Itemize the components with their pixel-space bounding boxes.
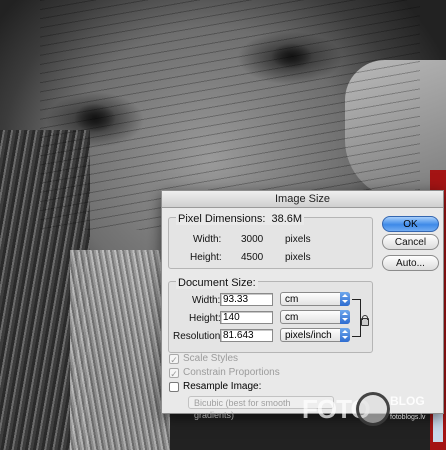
doc-height-unit-value: cm [285, 312, 299, 323]
doc-height-label: Height: [189, 313, 221, 324]
pixel-width-unit: pixels [285, 234, 311, 245]
chevron-updown-icon [340, 292, 350, 306]
camera-lens-icon [356, 392, 390, 426]
pixel-dimensions-label: Pixel Dimensions: 38.6M [176, 213, 305, 225]
scale-styles-checkbox[interactable]: ✓ [169, 354, 179, 365]
watermark-site-text: fotoblogs.lv [390, 414, 426, 421]
scale-styles-label: Scale Styles [183, 353, 239, 364]
pixel-width-label: Width: [193, 234, 222, 245]
pixel-dimensions-size: 38.6M [271, 213, 303, 225]
pixel-height-label: Height: [190, 252, 222, 263]
image-size-dialog: Image Size Pixel Dimensions: 38.6M Width… [161, 190, 444, 420]
beard-region [70, 250, 170, 450]
document-size-label: Document Size: [176, 277, 258, 289]
chevron-updown-icon [340, 328, 350, 342]
doc-width-unit-select[interactable]: cm [280, 292, 350, 306]
resolution-label: Resolution: [173, 331, 224, 342]
resolution-unit-value: pixels/inch [285, 330, 332, 341]
doc-height-input[interactable] [220, 311, 273, 324]
resolution-unit-select[interactable]: pixels/inch [280, 328, 350, 342]
dialog-title[interactable]: Image Size [162, 191, 443, 208]
auto-button[interactable]: Auto... [382, 255, 439, 271]
ok-button[interactable]: OK [382, 216, 439, 232]
watermark-blog-text: BLOG [390, 394, 425, 408]
resample-image-label: Resample Image: [183, 381, 262, 392]
constrain-proportions-checkbox[interactable]: ✓ [169, 368, 179, 379]
doc-width-unit-value: cm [285, 294, 299, 305]
pixel-width-value: 3000 [241, 234, 264, 245]
doc-width-input[interactable] [220, 293, 273, 306]
cancel-button[interactable]: Cancel [382, 234, 439, 250]
doc-height-unit-select[interactable]: cm [280, 310, 350, 324]
chevron-updown-icon [340, 310, 350, 324]
pixel-height-unit: pixels [285, 252, 311, 263]
doc-width-label: Width: [192, 295, 221, 306]
resample-image-checkbox[interactable] [169, 382, 179, 392]
fotoblog-watermark: FOTO BLOG fotoblogs.lv [302, 392, 442, 432]
constrain-link-bracket [352, 299, 361, 337]
pixel-height-value: 4500 [241, 252, 264, 263]
lock-icon [361, 315, 369, 326]
resolution-input[interactable] [220, 329, 273, 342]
constrain-proportions-label: Constrain Proportions [183, 367, 280, 378]
